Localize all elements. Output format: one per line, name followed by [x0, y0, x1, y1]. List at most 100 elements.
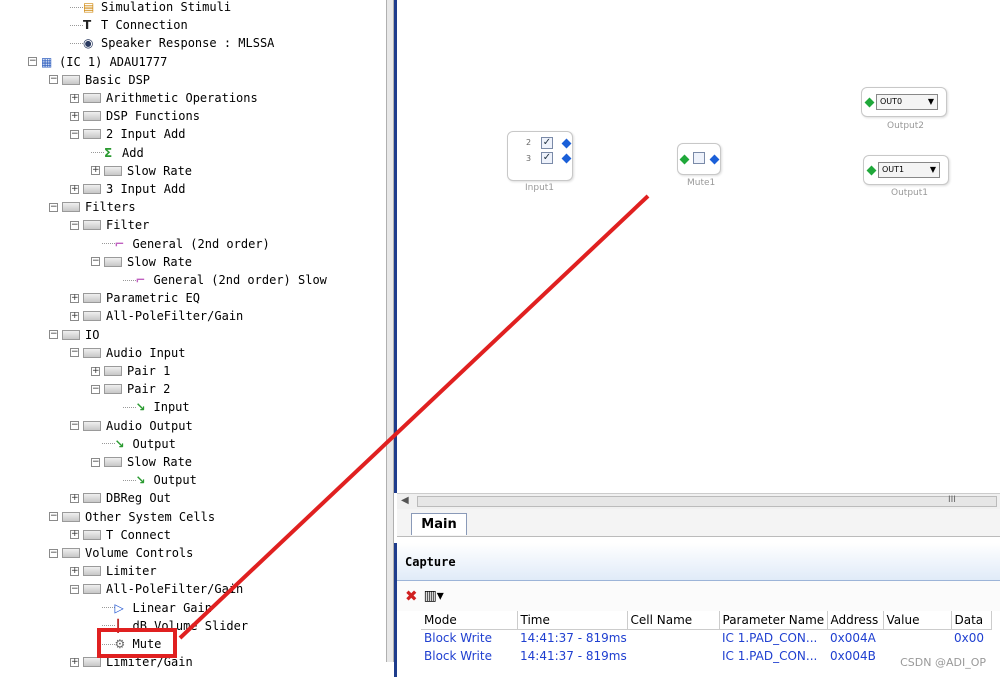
- collapse-icon[interactable]: −: [49, 512, 58, 522]
- tree-item-label: Add: [122, 145, 144, 160]
- collapse-icon[interactable]: −: [91, 257, 100, 267]
- column-header[interactable]: Mode: [421, 611, 518, 630]
- input-pin-icon[interactable]: [864, 97, 875, 108]
- tree-item[interactable]: − Other System Cells: [49, 508, 215, 526]
- tree-item[interactable]: + Slow Rate: [91, 162, 192, 180]
- tree-item[interactable]: − Slow Rate: [91, 453, 192, 471]
- expand-icon[interactable]: +: [70, 311, 79, 321]
- tree-item[interactable]: + DBReg Out: [70, 489, 171, 507]
- output-block[interactable]: OUT0 ▼: [861, 87, 947, 117]
- folder-icon: [83, 529, 101, 540]
- collapse-icon[interactable]: −: [91, 384, 100, 394]
- expand-icon[interactable]: +: [70, 566, 79, 576]
- mute-checkbox[interactable]: [693, 152, 705, 164]
- tree-item[interactable]: + All-PoleFilter/Gain: [70, 307, 243, 325]
- tree-item[interactable]: − Basic DSP: [49, 71, 150, 89]
- tree-item[interactable]: − Volume Controls: [49, 544, 193, 562]
- filter-curve-icon: ⌐: [114, 236, 125, 251]
- tree-item[interactable]: ↘ Output: [101, 435, 176, 453]
- collapse-icon[interactable]: −: [49, 548, 58, 558]
- tree-item[interactable]: ↘ Output: [122, 471, 197, 489]
- column-header[interactable]: Value: [883, 611, 952, 630]
- expand-icon[interactable]: +: [70, 493, 79, 503]
- tree-item[interactable]: − Pair 2: [91, 380, 170, 398]
- collapse-icon[interactable]: −: [70, 129, 79, 139]
- input-pin-icon[interactable]: [866, 165, 877, 176]
- tree-item[interactable]: ↘ Input: [122, 398, 190, 416]
- tree-item[interactable]: ⌐ General (2nd order) Slow: [122, 271, 327, 289]
- clear-capture-icon[interactable]: ✖: [405, 587, 418, 605]
- collapse-icon[interactable]: −: [70, 421, 79, 431]
- mute-block[interactable]: [677, 143, 721, 175]
- expand-icon[interactable]: +: [91, 366, 100, 376]
- collapse-icon[interactable]: −: [70, 348, 79, 358]
- tree-item[interactable]: + DSP Functions: [70, 107, 200, 125]
- tree-item[interactable]: ▤ Simulation Stimuli: [70, 0, 231, 16]
- tree-item[interactable]: + T Connect: [70, 526, 171, 544]
- collapse-icon[interactable]: −: [49, 330, 58, 340]
- collapse-icon[interactable]: −: [49, 202, 58, 212]
- tree-item[interactable]: − All-PoleFilter/Gain: [70, 580, 243, 598]
- output-pin-icon[interactable]: [561, 153, 572, 164]
- tree-item[interactable]: − Filter: [70, 216, 149, 234]
- expand-icon[interactable]: +: [70, 184, 79, 194]
- input-channel-checkbox[interactable]: ✓: [541, 152, 553, 164]
- horizontal-scrollbar[interactable]: ◀ III: [397, 493, 1000, 509]
- tree-item[interactable]: − IO: [49, 326, 99, 344]
- tree-item-label: Other System Cells: [85, 509, 216, 524]
- column-header[interactable]: Time: [517, 611, 628, 630]
- output-channel-dropdown[interactable]: OUT1 ▼: [878, 162, 940, 178]
- chip-icon: ▦: [41, 54, 53, 69]
- tree-item-label: Pair 2: [127, 382, 171, 397]
- mute-block-label: Mute1: [687, 178, 716, 188]
- tree-item[interactable]: + Limiter: [70, 562, 157, 580]
- pane-splitter[interactable]: [386, 0, 394, 662]
- tree-item[interactable]: ▷ Linear Gain: [101, 599, 212, 617]
- folder-icon: [83, 220, 101, 231]
- column-header[interactable]: Data: [951, 611, 992, 630]
- expand-icon[interactable]: +: [70, 657, 79, 667]
- tree-item[interactable]: − Filters: [49, 198, 136, 216]
- column-header[interactable]: Cell Name: [627, 611, 720, 630]
- tree-item[interactable]: − Audio Input: [70, 344, 185, 362]
- output-block[interactable]: OUT1 ▼: [863, 155, 949, 185]
- expand-icon[interactable]: +: [70, 530, 79, 540]
- tree-item[interactable]: − Audio Output: [70, 417, 193, 435]
- scroll-left-icon[interactable]: ◀: [401, 495, 409, 506]
- columns-icon[interactable]: ▥▾: [424, 588, 444, 604]
- schematic-canvas[interactable]: 2 ✓ 3 ✓ Input1 Mute1 OUT0 ▼ Output2 OUT1…: [394, 0, 1000, 493]
- tree-item[interactable]: − Slow Rate: [91, 253, 192, 271]
- expand-icon[interactable]: +: [70, 111, 79, 121]
- tree-item[interactable]: − 2 Input Add: [70, 125, 185, 143]
- collapse-icon[interactable]: −: [91, 457, 100, 467]
- expand-icon[interactable]: +: [70, 93, 79, 103]
- column-header[interactable]: Parameter Name: [719, 611, 828, 630]
- tree-item-label: (IC 1) ADAU1777: [59, 54, 168, 69]
- collapse-icon[interactable]: −: [28, 57, 37, 67]
- column-header[interactable]: Address: [827, 611, 884, 630]
- output-pin-icon[interactable]: [709, 154, 720, 165]
- tree-item[interactable]: T T Connection: [70, 16, 188, 34]
- scrollbar-thumb[interactable]: III: [417, 495, 997, 507]
- tree-item[interactable]: − ▦ (IC 1) ADAU1777: [28, 53, 167, 71]
- input-pin-icon[interactable]: [679, 154, 690, 165]
- tree-item[interactable]: + Pair 1: [91, 362, 170, 380]
- output-pin-icon[interactable]: [561, 138, 572, 149]
- expand-icon[interactable]: +: [70, 293, 79, 303]
- output-channel-dropdown[interactable]: OUT0 ▼: [876, 94, 938, 110]
- expand-icon[interactable]: +: [91, 166, 100, 176]
- input-block[interactable]: 2 ✓ 3 ✓: [507, 131, 573, 181]
- tree-connector: [122, 406, 136, 408]
- tree-item[interactable]: Σ Add: [91, 144, 144, 162]
- table-row[interactable]: Block Write 14:41:37 - 819ms IC 1.PAD_CON.…: [421, 629, 991, 647]
- collapse-icon[interactable]: −: [49, 75, 58, 85]
- tree-item[interactable]: +3 Input Add: [70, 180, 185, 198]
- tree-item[interactable]: + Arithmetic Operations: [70, 89, 258, 107]
- input-channel-checkbox[interactable]: ✓: [541, 137, 553, 149]
- collapse-icon[interactable]: −: [70, 220, 79, 230]
- tree-item[interactable]: + Parametric EQ: [70, 289, 200, 307]
- collapse-icon[interactable]: −: [70, 584, 79, 594]
- tab-main[interactable]: Main: [411, 513, 467, 535]
- tree-item[interactable]: ◉ Speaker Response : MLSSA: [70, 34, 274, 52]
- tree-item[interactable]: ⌐ General (2nd order): [101, 235, 270, 253]
